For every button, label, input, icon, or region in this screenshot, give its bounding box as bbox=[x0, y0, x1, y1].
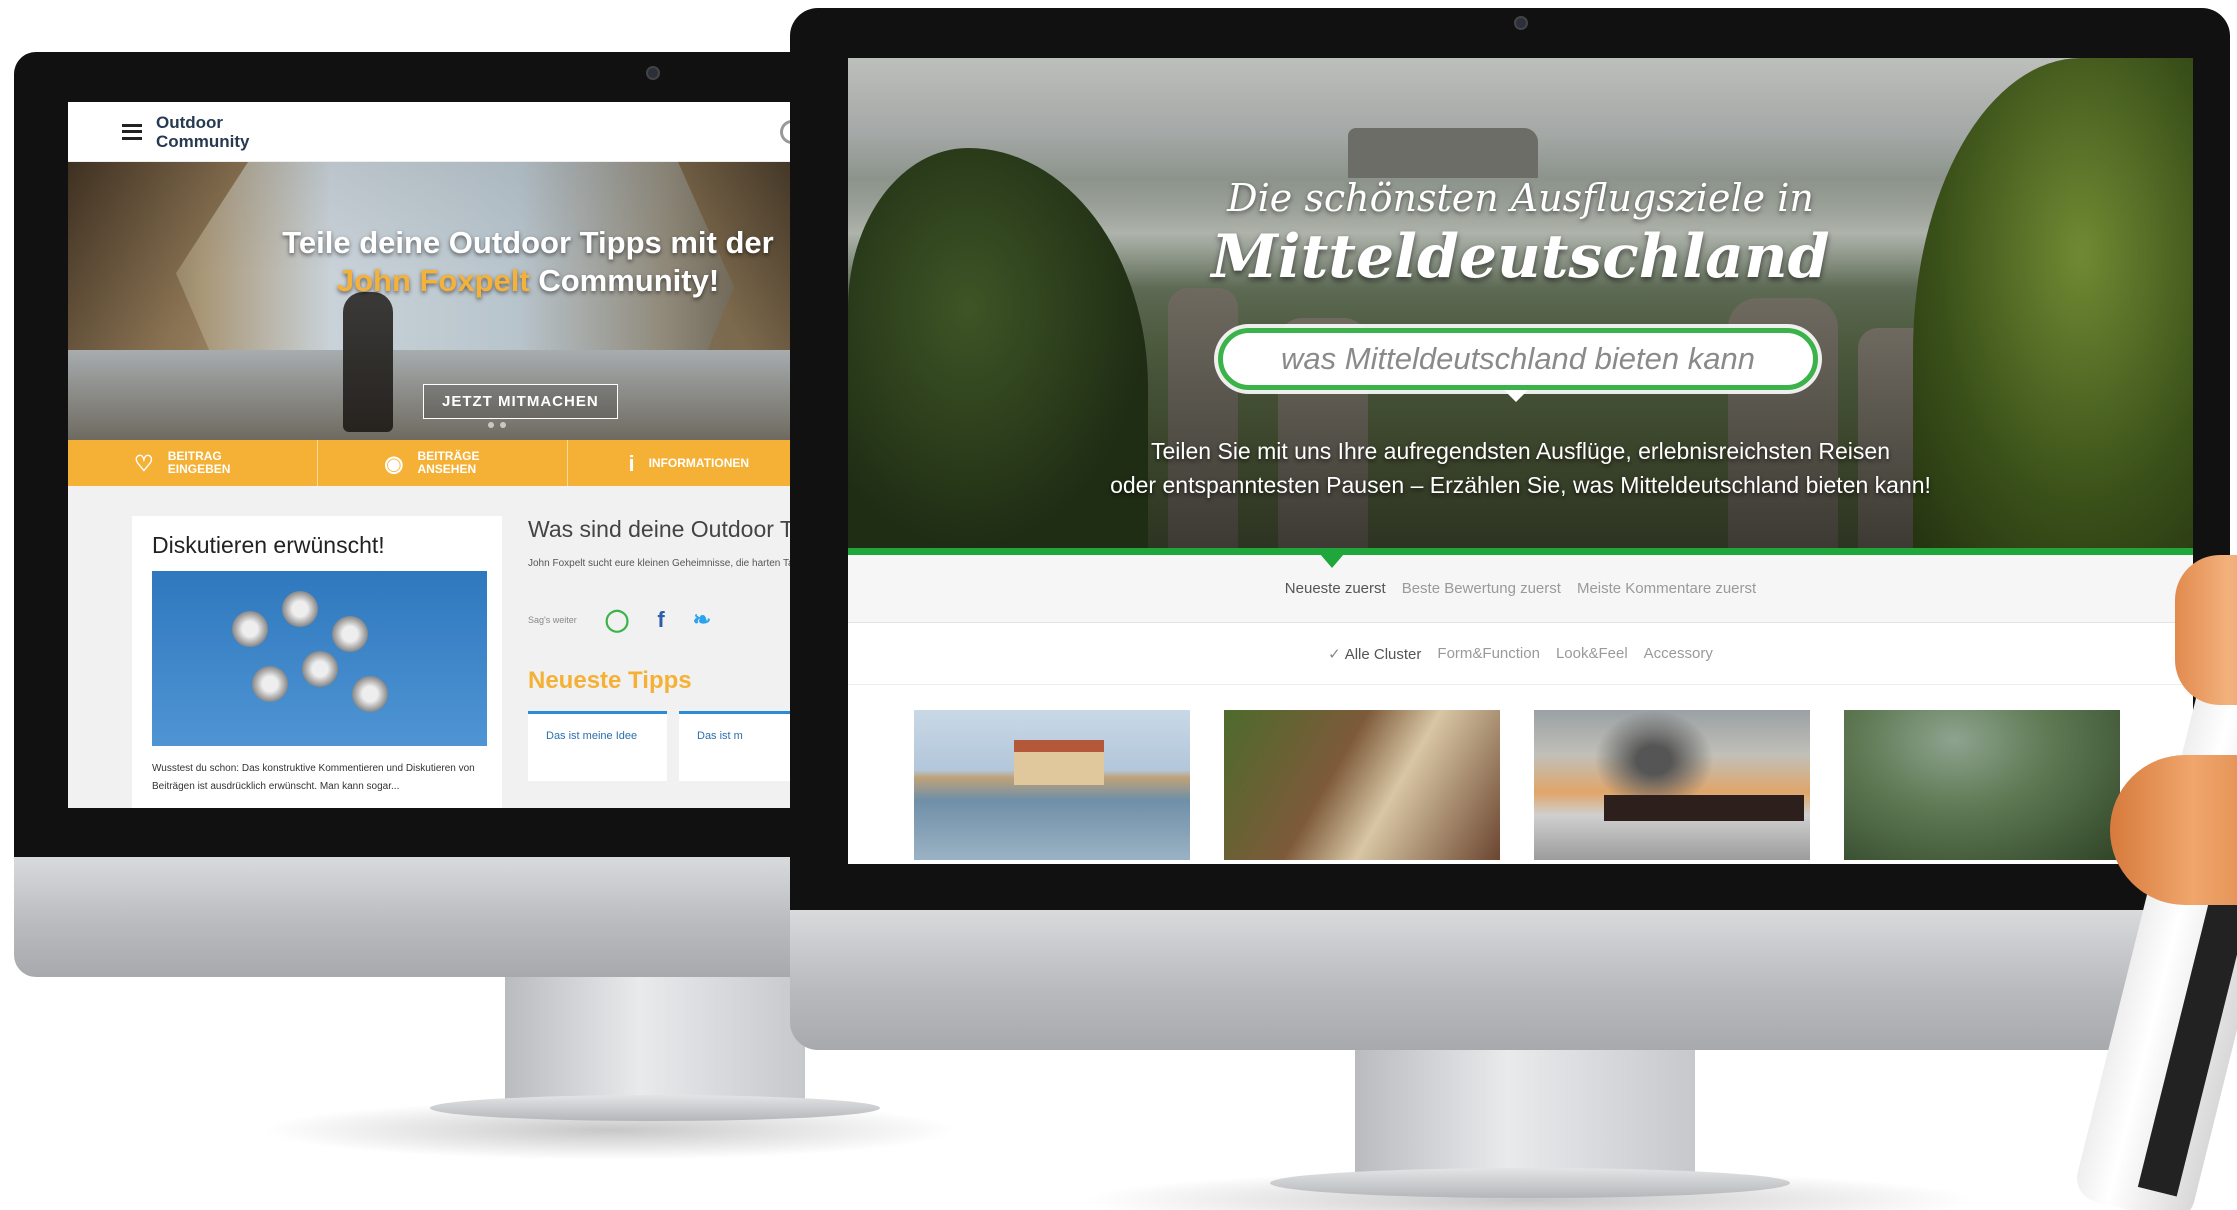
right-monitor-screen: Die schönsten Ausflugsziele in Mitteldeu… bbox=[848, 58, 2193, 864]
facebook-icon[interactable]: f bbox=[657, 607, 664, 633]
filter-all-clusters-label: Alle Cluster bbox=[1344, 645, 1422, 663]
search-input[interactable]: was Mitteldeutschland bieten kann bbox=[1218, 328, 1818, 390]
hero-rock bbox=[1168, 288, 1238, 548]
meadow-thumbnail[interactable] bbox=[1844, 710, 2120, 860]
sort-tabs: Neueste zuerst Beste Bewertung zuerst Me… bbox=[848, 555, 2193, 623]
filter-form-function[interactable]: Form&Function bbox=[1437, 645, 1540, 662]
tab-best-rating-first[interactable]: Beste Bewertung zuerst bbox=[1402, 580, 1561, 597]
divider-arrow bbox=[1320, 554, 1344, 568]
hero-landscape: Die schönsten Ausflugsziele in Mitteldeu… bbox=[848, 58, 2193, 548]
destination-gallery bbox=[848, 685, 2193, 860]
hero-title-line2: Community! bbox=[529, 263, 720, 298]
submit-post-action[interactable]: ♡ BEITRAG EINGEBEN bbox=[68, 440, 319, 486]
left-monitor-foot bbox=[430, 1095, 880, 1121]
share-bar: Sag's weiter ◯ f ❧ bbox=[528, 607, 818, 633]
check-icon: ✓ bbox=[1328, 645, 1341, 663]
tab-most-comments-first[interactable]: Meiste Kommentare zuerst bbox=[1577, 580, 1756, 597]
megaphones-image bbox=[152, 571, 487, 746]
join-now-button[interactable]: JETZT MITMACHEN bbox=[423, 384, 618, 419]
hamburger-menu-icon[interactable] bbox=[122, 123, 142, 140]
search-bubble-tail bbox=[1504, 390, 1528, 402]
castle-thumbnail[interactable] bbox=[914, 710, 1190, 860]
discussion-card-title: Diskutieren erwünscht! bbox=[152, 532, 385, 558]
right-monitor-chin bbox=[790, 910, 2230, 1050]
left-monitor-screen: Outdoor Community Teile deine Outdoor Ti… bbox=[68, 102, 818, 808]
discussion-card-text: Wusstest du schon: Das konstruktive Komm… bbox=[152, 763, 475, 792]
right-monitor-foot bbox=[1270, 1168, 1790, 1198]
hero-title: Teile deine Outdoor Tipps mit der John F… bbox=[248, 224, 808, 300]
left-monitor-stand bbox=[505, 975, 805, 1105]
tip-card[interactable]: Das ist meine Idee bbox=[528, 711, 667, 781]
hero-banner: Teile deine Outdoor Tipps mit der John F… bbox=[68, 162, 818, 440]
discussion-card[interactable]: Diskutieren erwünscht! Wusstest du schon… bbox=[132, 516, 502, 808]
outdoor-tips-column: Was sind deine Outdoor T John Foxpelt su… bbox=[528, 516, 818, 781]
brand-logo[interactable]: Outdoor Community bbox=[156, 113, 266, 151]
eye-icon: ◉ bbox=[384, 450, 404, 476]
information-action[interactable]: i INFORMATIONEN bbox=[568, 440, 818, 486]
whatsapp-icon[interactable]: ◯ bbox=[605, 607, 630, 633]
submit-post-label: BEITRAG EINGEBEN bbox=[167, 449, 231, 476]
lightbulb-icon: ♡ bbox=[134, 450, 154, 476]
green-divider bbox=[848, 548, 2193, 568]
filter-look-feel[interactable]: Look&Feel bbox=[1556, 645, 1628, 662]
information-label: INFORMATIONEN bbox=[648, 455, 750, 470]
view-posts-label: BEITRÄGE ANSEHEN bbox=[417, 449, 480, 476]
content-area: Diskutieren erwünscht! Wusstest du schon… bbox=[68, 486, 818, 808]
filter-accessory[interactable]: Accessory bbox=[1644, 645, 1713, 662]
carousel-dots[interactable] bbox=[488, 422, 506, 428]
hero-subtitle-line2: oder entspanntesten Pausen – Erzählen Si… bbox=[1110, 472, 1931, 498]
old-town-thumbnail[interactable] bbox=[1224, 710, 1500, 860]
site-header: Outdoor Community bbox=[68, 102, 818, 162]
info-icon: i bbox=[628, 450, 635, 476]
left-monitor-chin bbox=[14, 857, 814, 977]
newest-tips-heading: Neueste Tipps bbox=[528, 667, 692, 694]
filter-all-clusters[interactable]: ✓ Alle Cluster bbox=[1328, 645, 1421, 663]
right-monitor-stand bbox=[1355, 1048, 1695, 1178]
view-posts-action[interactable]: ◉ BEITRÄGE ANSEHEN bbox=[318, 440, 569, 486]
hero-title-highlight: John Foxpelt bbox=[336, 263, 530, 298]
hero-title-line1: Teile deine Outdoor Tipps mit der bbox=[282, 225, 774, 260]
outdoor-tips-title: Was sind deine Outdoor T bbox=[528, 516, 794, 542]
twitter-icon[interactable]: ❧ bbox=[693, 607, 711, 633]
outdoor-tips-text: John Foxpelt sucht eure kleinen Geheimni… bbox=[528, 558, 818, 569]
right-monitor-camera bbox=[1514, 16, 1528, 30]
steam-train-thumbnail[interactable] bbox=[1534, 710, 1810, 860]
cluster-filter: ✓ Alle Cluster Form&Function Look&Feel Ac… bbox=[848, 623, 2193, 685]
hero-title-line2: Mitteldeutschland bbox=[1211, 222, 1830, 292]
hand-finger bbox=[2175, 555, 2237, 705]
hero-subtitle: Teilen Sie mit uns Ihre aufregendsten Au… bbox=[848, 434, 2193, 502]
left-monitor-camera bbox=[646, 66, 660, 80]
hero-hiker bbox=[343, 292, 393, 432]
hero-title-line1: Die schönsten Ausflugsziele in bbox=[1227, 176, 1814, 220]
tips-list: Das ist meine Idee Das ist m bbox=[528, 711, 818, 781]
hero-subtitle-line1: Teilen Sie mit uns Ihre aufregendsten Au… bbox=[1151, 438, 1890, 464]
share-label: Sag's weiter bbox=[528, 615, 577, 625]
tab-newest-first[interactable]: Neueste zuerst bbox=[1285, 580, 1386, 597]
action-bar: ♡ BEITRAG EINGEBEN ◉ BEITRÄGE ANSEHEN i … bbox=[68, 440, 818, 486]
hero-mesa bbox=[1348, 128, 1538, 178]
